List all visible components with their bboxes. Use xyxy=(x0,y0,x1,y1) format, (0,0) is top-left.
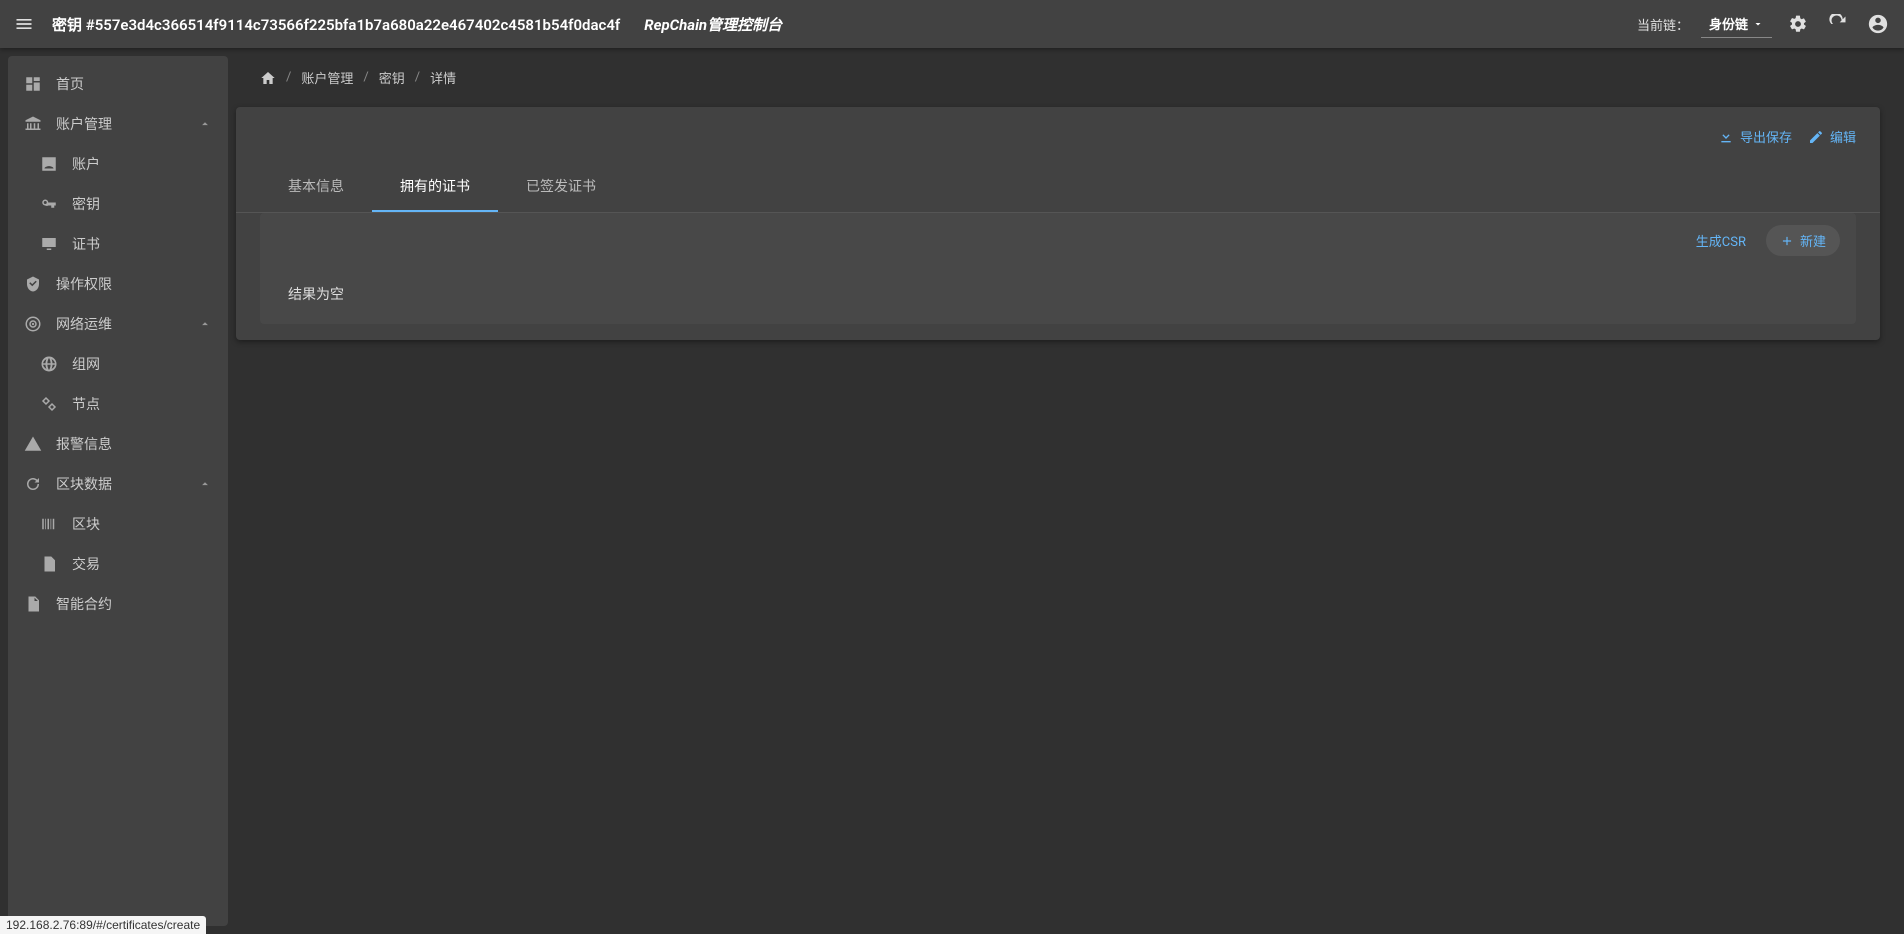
sidebar-item-account[interactable]: 账户 xyxy=(8,144,228,184)
export-save-button[interactable]: 导出保存 xyxy=(1718,127,1792,146)
sidebar-item-label: 报警信息 xyxy=(56,434,212,454)
sidebar-item-home[interactable]: 首页 xyxy=(8,64,228,104)
sidebar-item-cert[interactable]: 证书 xyxy=(8,224,228,264)
breadcrumb: / 账户管理 / 密钥 / 详情 xyxy=(236,56,1880,99)
chain-value: 身份链 xyxy=(1709,14,1748,33)
radar-icon xyxy=(24,315,42,333)
sidebar-item-label: 节点 xyxy=(72,394,212,414)
sidebar-item-op-perm[interactable]: 操作权限 xyxy=(8,264,228,304)
sidebar-item-label: 交易 xyxy=(72,554,212,574)
sidebar-item-label: 区块 xyxy=(72,514,212,534)
chevron-up-icon xyxy=(198,117,212,131)
chain-label: 当前链： xyxy=(1637,15,1689,34)
refresh-circle-icon xyxy=(24,475,42,493)
menu-icon xyxy=(14,14,34,34)
refresh-icon xyxy=(1828,14,1848,34)
breadcrumb-detail: 详情 xyxy=(430,68,456,87)
person-box-icon xyxy=(40,155,58,173)
sidebar-item-block-data[interactable]: 区块数据 xyxy=(8,464,228,504)
chevron-down-icon xyxy=(1752,18,1764,30)
sidebar-item-label: 智能合约 xyxy=(56,594,212,614)
sidebar-item-account-mgmt[interactable]: 账户管理 xyxy=(8,104,228,144)
title-area: 密钥 #557e3d4c366514f9114c73566f225bfa1b7a… xyxy=(52,14,1621,35)
bank-icon xyxy=(24,115,42,133)
key-icon xyxy=(40,195,58,213)
warning-icon xyxy=(24,435,42,453)
brand-title: RepChain管理控制台 xyxy=(644,14,782,35)
sidebar-item-networking[interactable]: 组网 xyxy=(8,344,228,384)
sidebar-item-contract[interactable]: 智能合约 xyxy=(8,584,228,624)
main-area: / 账户管理 / 密钥 / 详情 导出保存 编辑 基本信息 拥有的证书 xyxy=(228,48,1904,934)
sidebar-item-net-ops[interactable]: 网络运维 xyxy=(8,304,228,344)
sidebar-item-tx[interactable]: 交易 xyxy=(8,544,228,584)
document-icon xyxy=(24,595,42,613)
sidebar-item-label: 证书 xyxy=(72,234,212,254)
sidebar-item-node[interactable]: 节点 xyxy=(8,384,228,424)
plus-icon xyxy=(1780,234,1794,248)
header-right: 当前链： 身份链 xyxy=(1637,10,1892,38)
new-button[interactable]: 新建 xyxy=(1766,225,1840,256)
sidebar-item-label: 网络运维 xyxy=(56,314,184,334)
refresh-button[interactable] xyxy=(1824,10,1852,38)
sidebar-item-label: 密钥 xyxy=(72,194,212,214)
chevron-up-icon xyxy=(198,317,212,331)
account-button[interactable] xyxy=(1864,10,1892,38)
chevron-up-icon xyxy=(198,477,212,491)
tab-basic-info[interactable]: 基本信息 xyxy=(260,162,372,212)
empty-result-text: 结果为空 xyxy=(260,268,1856,324)
page-title: 密钥 #557e3d4c366514f9114c73566f225bfa1b7a… xyxy=(52,14,620,35)
sidebar: 首页 账户管理 账户 密钥 证书 操作权限 网络运维 xyxy=(8,56,228,926)
sidebar-item-label: 账户 xyxy=(72,154,212,174)
status-bar-url: 192.168.2.76:89/#/certificates/create xyxy=(0,916,206,934)
generate-csr-button[interactable]: 生成CSR xyxy=(1688,225,1754,256)
inner-actions: 生成CSR 新建 xyxy=(260,213,1856,268)
breadcrumb-sep: / xyxy=(286,70,291,85)
sidebar-item-label: 首页 xyxy=(56,74,212,94)
chain-select[interactable]: 身份链 xyxy=(1701,10,1772,38)
sidebar-item-key[interactable]: 密钥 xyxy=(8,184,228,224)
ethernet-icon xyxy=(40,395,58,413)
home-icon xyxy=(260,70,276,86)
menu-toggle-button[interactable] xyxy=(12,12,36,36)
edit-button[interactable]: 编辑 xyxy=(1808,127,1856,146)
breadcrumb-key[interactable]: 密钥 xyxy=(379,68,405,87)
sidebar-item-alert[interactable]: 报警信息 xyxy=(8,424,228,464)
breadcrumb-home[interactable] xyxy=(260,70,276,86)
sidebar-item-label: 区块数据 xyxy=(56,474,184,494)
sidebar-item-block[interactable]: 区块 xyxy=(8,504,228,544)
new-label: 新建 xyxy=(1800,231,1826,250)
pencil-icon xyxy=(1808,129,1824,145)
card-top-actions: 导出保存 编辑 xyxy=(236,107,1880,154)
barcode-icon xyxy=(40,515,58,533)
file-icon xyxy=(40,555,58,573)
sidebar-item-label: 组网 xyxy=(72,354,212,374)
sidebar-item-label: 账户管理 xyxy=(56,114,184,134)
monitor-icon xyxy=(40,235,58,253)
detail-card: 导出保存 编辑 基本信息 拥有的证书 已签发证书 生成CSR 新建 xyxy=(236,107,1880,340)
account-icon xyxy=(1867,13,1889,35)
export-save-label: 导出保存 xyxy=(1740,127,1792,146)
tab-issued-certs[interactable]: 已签发证书 xyxy=(498,162,624,212)
breadcrumb-sep: / xyxy=(415,70,420,85)
download-icon xyxy=(1718,129,1734,145)
tabs: 基本信息 拥有的证书 已签发证书 xyxy=(236,162,1880,213)
shield-icon xyxy=(24,275,42,293)
dashboard-icon xyxy=(24,75,42,93)
settings-button[interactable] xyxy=(1784,10,1812,38)
cert-list-panel: 生成CSR 新建 结果为空 xyxy=(260,213,1856,324)
gear-icon xyxy=(1788,14,1808,34)
app-bar: 密钥 #557e3d4c366514f9114c73566f225bfa1b7a… xyxy=(0,0,1904,48)
globe-icon xyxy=(40,355,58,373)
breadcrumb-account-mgmt[interactable]: 账户管理 xyxy=(301,68,353,87)
breadcrumb-sep: / xyxy=(363,70,368,85)
tab-owned-certs[interactable]: 拥有的证书 xyxy=(372,162,498,212)
sidebar-item-label: 操作权限 xyxy=(56,274,212,294)
edit-label: 编辑 xyxy=(1830,127,1856,146)
